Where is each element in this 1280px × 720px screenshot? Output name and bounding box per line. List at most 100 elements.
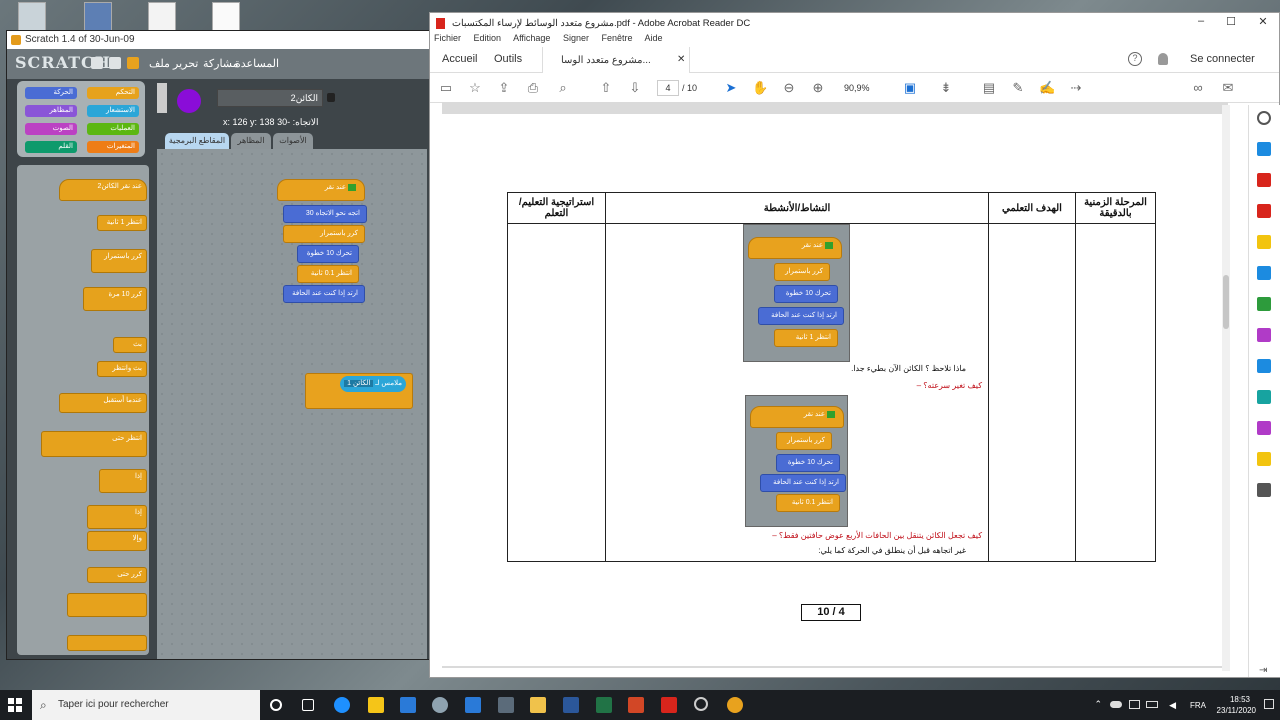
compare-icon[interactable] xyxy=(1257,297,1271,311)
share-icon[interactable] xyxy=(127,57,139,69)
help-icon[interactable]: ? xyxy=(1128,52,1142,66)
more-tools-icon[interactable] xyxy=(1257,483,1271,497)
clock-date[interactable]: 23/11/2020 xyxy=(1217,706,1256,715)
recycle-bin-icon[interactable] xyxy=(18,2,46,32)
protect-icon[interactable] xyxy=(1257,359,1271,373)
palette-block[interactable]: انتظر حتى xyxy=(41,431,147,457)
script-block-bounce[interactable]: ارتد إذا كنت عند الحافة xyxy=(283,285,365,303)
create-pdf-icon[interactable] xyxy=(1257,204,1271,218)
organize-pages-icon[interactable] xyxy=(1257,173,1271,187)
share-icon[interactable]: ⇢ xyxy=(1068,81,1084,95)
sensing-block[interactable]: ملامس لـ الكائن 1 xyxy=(340,376,406,392)
combine-icon[interactable] xyxy=(1257,266,1271,280)
tab-outils[interactable]: Outils xyxy=(494,53,522,65)
menu-affichage[interactable]: Affichage xyxy=(513,33,550,43)
menu-signer[interactable]: Signer xyxy=(563,33,589,43)
tab-document[interactable]: مشروع متعدد الوسا... ✕ xyxy=(542,47,690,73)
onedrive-icon[interactable] xyxy=(1110,701,1122,708)
globe-icon[interactable] xyxy=(91,57,103,69)
palette-block[interactable] xyxy=(67,593,147,617)
palette-block[interactable]: إذا xyxy=(87,505,147,529)
palette-block[interactable]: كرر حتى xyxy=(87,567,147,583)
category-sound[interactable]: الصوت xyxy=(25,123,77,135)
zoom-out-icon[interactable]: ⊖ xyxy=(781,81,797,95)
word-icon[interactable] xyxy=(563,697,579,713)
folder-icon[interactable] xyxy=(84,2,112,32)
language-indicator[interactable]: FRA xyxy=(1190,701,1206,710)
scroll-thumb[interactable] xyxy=(1223,275,1229,329)
menu-help[interactable]: المساعدة xyxy=(235,57,279,70)
tab-accueil[interactable]: Accueil xyxy=(442,53,477,65)
sprite-name-field[interactable]: الكائن2 xyxy=(217,89,323,107)
battery-icon[interactable] xyxy=(1146,701,1158,708)
palette-block[interactable]: عند نقر الكائن2 xyxy=(59,179,147,201)
edit-pdf-icon[interactable] xyxy=(1257,421,1271,435)
task-view-icon[interactable] xyxy=(302,699,314,711)
minimize-button[interactable]: – xyxy=(1186,15,1216,31)
sprite-thumbnail[interactable] xyxy=(177,89,201,113)
palette-block[interactable]: إذا xyxy=(99,469,147,493)
scratch-taskbar-icon[interactable] xyxy=(727,697,743,713)
rotate-style-icon[interactable] xyxy=(157,83,167,113)
close-button[interactable]: ✕ xyxy=(1248,15,1278,31)
category-sensing[interactable]: الاستشعار xyxy=(87,105,139,117)
file-explorer-icon[interactable] xyxy=(530,697,546,713)
page-number-input[interactable]: 4 xyxy=(657,80,679,96)
mail-icon[interactable]: ✉ xyxy=(1220,81,1236,95)
script-block-wait[interactable]: انتظر 0.1 ثانية xyxy=(297,265,359,283)
upload-icon[interactable]: ⇪ xyxy=(496,81,512,95)
category-control[interactable]: التحكم xyxy=(87,87,139,99)
windows-start-icon[interactable] xyxy=(8,698,22,712)
notifications-icon[interactable] xyxy=(1264,699,1274,709)
chevron-up-icon[interactable]: ⌃ xyxy=(1094,699,1102,710)
palette-block[interactable]: انتظر 1 ثانية xyxy=(97,215,147,231)
category-operators[interactable]: العمليات xyxy=(87,123,139,135)
file-icon[interactable] xyxy=(148,2,176,32)
save-icon[interactable] xyxy=(109,57,121,69)
palette-block[interactable]: كرر 10 مرة xyxy=(83,287,147,311)
sign-icon[interactable]: ✍ xyxy=(1039,81,1055,95)
script-block-move[interactable]: تحرك 10 خطوة xyxy=(297,245,359,263)
lock-icon[interactable] xyxy=(327,93,335,102)
comment-tool-icon[interactable] xyxy=(1257,235,1271,249)
menu-fenetre[interactable]: Fenêtre xyxy=(602,33,633,43)
comment-icon[interactable]: ▤ xyxy=(981,81,997,95)
clock-time[interactable]: 18:53 xyxy=(1230,695,1250,704)
link-icon[interactable]: ∞ xyxy=(1190,81,1206,95)
category-pen[interactable]: القلم xyxy=(25,141,77,153)
menu-file[interactable]: ملف xyxy=(149,57,170,70)
app-icon[interactable] xyxy=(432,697,448,713)
palette-block[interactable]: بث وانتظر xyxy=(97,361,147,377)
script-block-if[interactable]: ملامس لـ الكائن 1 xyxy=(305,373,413,409)
acrobat-taskbar-icon[interactable] xyxy=(661,697,677,713)
vertical-scrollbar[interactable] xyxy=(1222,105,1230,671)
pen-icon[interactable]: ✎ xyxy=(1010,81,1026,95)
menu-edition[interactable]: Edition xyxy=(474,33,502,43)
app-icon[interactable] xyxy=(694,697,708,711)
zoom-in-icon[interactable]: ⊕ xyxy=(810,81,826,95)
palette-block[interactable] xyxy=(67,635,147,651)
volume-icon[interactable]: ◀ xyxy=(1169,700,1176,711)
collapse-pane-icon[interactable]: ⇥ xyxy=(1259,665,1267,676)
app-icon[interactable] xyxy=(465,697,481,713)
palette-block[interactable]: عندما أستقبل xyxy=(59,393,147,413)
tab-sounds[interactable]: الأصوات xyxy=(273,133,313,149)
search-icon[interactable] xyxy=(1257,111,1271,125)
palette-block[interactable]: بث xyxy=(113,337,147,353)
tab-scripts[interactable]: المقاطع البرمجية xyxy=(165,133,229,149)
menu-aide[interactable]: Aide xyxy=(645,33,663,43)
store-icon[interactable] xyxy=(368,697,384,713)
bell-icon[interactable] xyxy=(1158,53,1168,65)
palette-block[interactable]: كرر باستمرار xyxy=(91,249,147,273)
cortana-icon[interactable] xyxy=(270,699,282,711)
scroll-mode-icon[interactable]: ⇟ xyxy=(938,81,954,95)
hand-icon[interactable]: ✋ xyxy=(752,81,768,95)
fill-sign-icon[interactable] xyxy=(1257,328,1271,342)
menu-fichier[interactable]: Fichier xyxy=(434,33,461,43)
fit-page-icon[interactable]: ▣ xyxy=(902,81,918,95)
script-block-forever[interactable]: كرر باستمرار xyxy=(283,225,365,243)
save-icon[interactable]: ▭ xyxy=(438,81,454,95)
mail-icon[interactable] xyxy=(400,697,416,713)
prev-page-icon[interactable]: ⇧ xyxy=(598,81,614,95)
print-icon[interactable]: ⎙ xyxy=(525,81,541,95)
